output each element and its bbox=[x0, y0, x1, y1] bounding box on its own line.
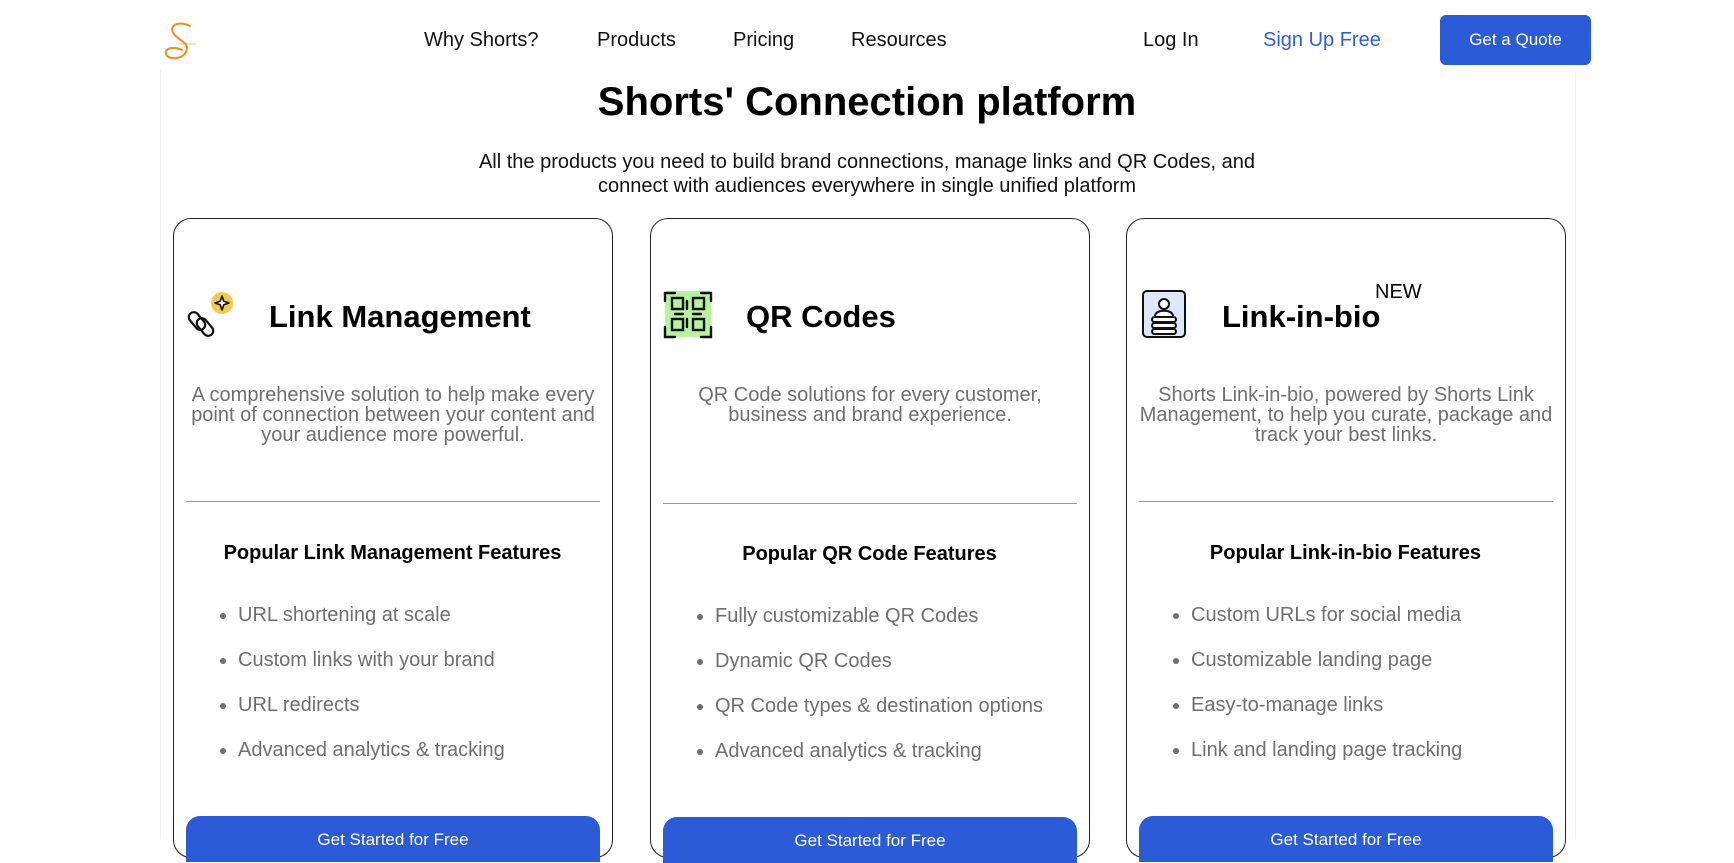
feature-item: Link and landing page tracking bbox=[1191, 738, 1462, 762]
get-started-button[interactable]: Get Started for Free bbox=[1139, 816, 1553, 862]
feature-item: URL shortening at scale bbox=[238, 603, 505, 627]
features-list: URL shortening at scale Custom links wit… bbox=[214, 603, 505, 783]
feature-item: Dynamic QR Codes bbox=[715, 649, 1043, 673]
page-subtitle: All the products you need to build brand… bbox=[478, 151, 1256, 197]
logo[interactable] bbox=[160, 20, 204, 64]
card-title: Link-in-bio bbox=[1222, 299, 1381, 334]
product-card-link-management: Link Management A comprehensive solution… bbox=[173, 218, 613, 862]
features-heading: Popular Link-in-bio Features bbox=[1209, 542, 1482, 564]
features-heading: Popular QR Code Features bbox=[742, 543, 997, 565]
feature-item: QR Code types & destination options bbox=[715, 694, 1043, 718]
card-divider bbox=[663, 503, 1077, 504]
nav-why-shorts[interactable]: Why Shorts? bbox=[424, 28, 538, 52]
feature-item: Custom URLs for social media bbox=[1191, 603, 1462, 627]
qr-code-icon bbox=[663, 289, 713, 339]
signup-link[interactable]: Sign Up Free bbox=[1263, 28, 1381, 52]
profile-card-icon bbox=[1141, 289, 1191, 339]
get-started-button[interactable]: Get Started for Free bbox=[186, 816, 600, 862]
product-card-link-in-bio: Link-in-bio NEW Shorts Link-in-bio, powe… bbox=[1126, 218, 1566, 862]
login-link[interactable]: Log In bbox=[1143, 28, 1199, 52]
feature-item: Fully customizable QR Codes bbox=[715, 604, 1043, 628]
feature-item: Advanced analytics & tracking bbox=[715, 739, 1043, 763]
feature-item: Custom links with your brand bbox=[238, 648, 505, 672]
card-title: QR Codes bbox=[746, 299, 896, 334]
card-divider bbox=[186, 501, 600, 502]
features-heading: Popular Link Management Features bbox=[223, 542, 562, 564]
feature-item: Customizable landing page bbox=[1191, 648, 1462, 672]
feature-item: Advanced analytics & tracking bbox=[238, 738, 505, 762]
card-description: Shorts Link-in-bio, powered by Shorts Li… bbox=[1139, 384, 1553, 446]
card-description: QR Code solutions for every customer, bu… bbox=[698, 384, 1042, 426]
features-list: Fully customizable QR Codes Dynamic QR C… bbox=[691, 604, 1043, 784]
card-title: Link Management bbox=[269, 299, 531, 334]
feature-item: Easy-to-manage links bbox=[1191, 693, 1462, 717]
card-divider bbox=[1139, 501, 1553, 502]
get-started-button[interactable]: Get Started for Free bbox=[663, 817, 1077, 863]
nav-pricing[interactable]: Pricing bbox=[733, 28, 794, 52]
new-badge: NEW bbox=[1375, 281, 1422, 303]
page-title: Shorts' Connection platform bbox=[597, 80, 1137, 124]
feature-item: URL redirects bbox=[238, 693, 505, 717]
shorts-logo-icon bbox=[164, 22, 196, 60]
features-list: Custom URLs for social media Customizabl… bbox=[1167, 603, 1462, 783]
link-sparkle-icon bbox=[186, 289, 236, 339]
product-card-qr-codes: QR Codes QR Code solutions for every cus… bbox=[650, 218, 1090, 863]
card-description: A comprehensive solution to help make ev… bbox=[191, 384, 595, 446]
nav-resources[interactable]: Resources bbox=[851, 28, 947, 52]
get-quote-button[interactable]: Get a Quote bbox=[1440, 15, 1591, 65]
nav-products[interactable]: Products bbox=[597, 28, 676, 52]
